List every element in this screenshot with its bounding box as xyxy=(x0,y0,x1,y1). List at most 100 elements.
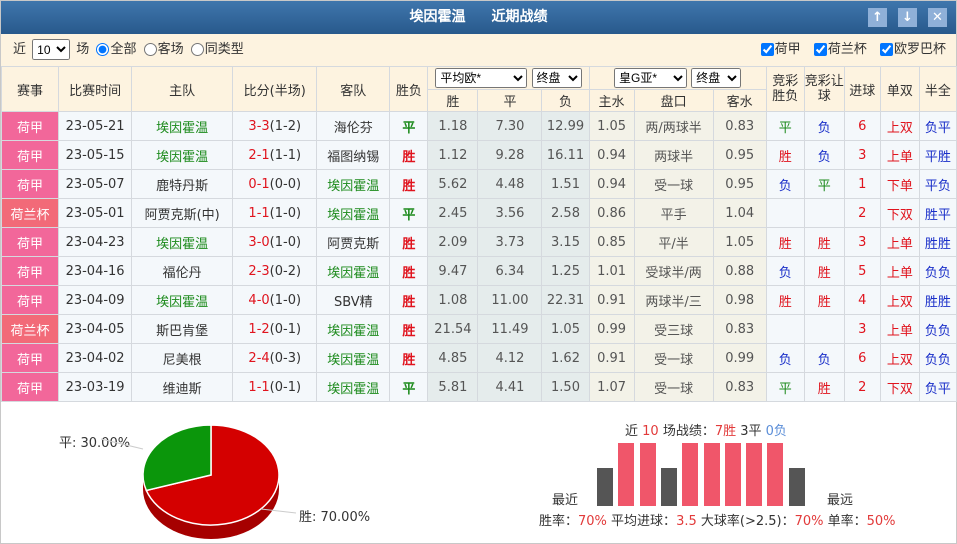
away-team-cell[interactable]: 埃因霍温 xyxy=(316,256,391,286)
table-row[interactable]: 荷兰杯 23-05-01 阿贾克斯(中) 1-1(1-0) 埃因霍温平 2.45 3.56 2… xyxy=(0,198,957,228)
table-row[interactable]: 荷甲 23-04-02 尼美根 2-4(0-3) 埃因霍温胜 4.85 4.12 1.62 0.… xyxy=(0,343,957,373)
odd-even-cell: 上单 xyxy=(879,140,920,170)
handicap: 两/两球半 xyxy=(633,111,714,141)
away-water: 0.95 xyxy=(712,169,767,199)
handicap: 受三球 xyxy=(633,314,714,344)
match-count-select[interactable]: 10 xyxy=(32,39,71,60)
away-team-cell[interactable]: 福图纳锡 xyxy=(316,140,391,170)
euro-company-select[interactable]: 平均欧* xyxy=(435,67,528,88)
rates-line: 胜率：70% 平均进球：3.5 大球率(>2.5)：70% 单率：50% xyxy=(539,510,896,529)
home-team-cell[interactable]: 埃因霍温 xyxy=(131,227,234,257)
header-goals: 进球 xyxy=(843,66,881,112)
asian-company-select[interactable]: 皇G亚* xyxy=(614,67,688,88)
half-score: (1-2) xyxy=(269,118,302,134)
record-summary: 近 10 场战绩：7胜 3平 0负 xyxy=(625,420,787,439)
away-team-cell[interactable]: 埃因霍温 xyxy=(316,198,391,228)
away-team-cell[interactable]: 埃因霍温 xyxy=(316,372,391,402)
away-water: 0.83 xyxy=(712,111,767,141)
radio-all[interactable]: 全部 xyxy=(93,42,136,57)
jc-handicap-cell: 平 xyxy=(803,169,845,199)
home-team-cell[interactable]: 阿贾克斯(中) xyxy=(131,198,234,228)
away-water: 1.05 xyxy=(712,227,767,257)
form-bar-win xyxy=(639,443,656,506)
away-team-cell[interactable]: 海伦芬 xyxy=(316,111,391,141)
away-team-cell[interactable]: 埃因霍温 xyxy=(316,314,391,344)
form-bar-win xyxy=(724,443,741,506)
away-team-cell[interactable]: 阿贾克斯 xyxy=(316,227,391,257)
table-row[interactable]: 荷甲 23-05-07 鹿特丹斯 0-1(0-0) 埃因霍温胜 5.62 4.48 1.51 0… xyxy=(0,169,957,199)
home-water: 1.01 xyxy=(588,256,635,286)
goals-cell: 2 xyxy=(843,198,881,228)
euro-win-odds: 5.81 xyxy=(427,372,479,402)
euro-lose-odds: 3.15 xyxy=(541,227,590,257)
euro-draw-odds: 11.49 xyxy=(477,314,543,344)
date-cell: 23-05-01 xyxy=(58,198,133,228)
asian-type-select[interactable]: 终盘 xyxy=(691,67,742,88)
half-score: (1-0) xyxy=(269,292,302,308)
leader-line-draw xyxy=(100,438,144,450)
euro-win-odds: 21.54 xyxy=(427,314,479,344)
euro-type-select[interactable]: 终盘 xyxy=(531,67,582,88)
form-bar-draw xyxy=(788,468,805,506)
result-cell: 胜 xyxy=(389,227,429,257)
away-water: 0.98 xyxy=(712,285,767,315)
result-cell: 胜 xyxy=(389,314,429,344)
checkbox-knvb-cup-label: 荷兰杯 xyxy=(827,42,867,57)
checkbox-europa-league[interactable]: 欧罗巴杯 xyxy=(877,42,946,57)
home-team-cell[interactable]: 埃因霍温 xyxy=(131,111,234,141)
radio-away[interactable]: 客场 xyxy=(141,42,184,57)
table-row[interactable]: 荷甲 23-04-16 福伦丹 2-3(0-2) 埃因霍温胜 9.47 6.34 1.25 1.… xyxy=(0,256,957,286)
goals-cell: 3 xyxy=(843,140,881,170)
league-cell: 荷甲 xyxy=(0,140,60,170)
home-team-cell[interactable]: 尼美根 xyxy=(131,343,234,373)
euro-lose-odds: 2.58 xyxy=(541,198,590,228)
odd-even-cell: 下双 xyxy=(879,198,920,228)
goals-cell: 5 xyxy=(843,256,881,286)
result-cell: 胜 xyxy=(389,169,429,199)
full-score: 1-1 xyxy=(248,205,270,221)
goals-cell: 3 xyxy=(843,227,881,257)
jc-result-cell xyxy=(765,198,805,228)
home-team-cell[interactable]: 斯巴肯堡 xyxy=(131,314,234,344)
home-team-cell[interactable]: 维迪斯 xyxy=(131,372,234,402)
summary-mid: 场战绩： xyxy=(658,424,715,439)
away-water: 0.83 xyxy=(712,314,767,344)
euro-lose-odds: 16.11 xyxy=(541,140,590,170)
away-team-cell[interactable]: 埃因霍温 xyxy=(316,169,391,199)
away-team-cell[interactable]: SBV精 xyxy=(316,285,391,315)
league-cell: 荷甲 xyxy=(0,111,60,141)
checkbox-knvb-cup[interactable]: 荷兰杯 xyxy=(811,42,867,57)
table-row[interactable]: 荷甲 23-04-23 埃因霍温 3-0(1-0) 阿贾克斯胜 2.09 3.73 3.15 0… xyxy=(0,227,957,257)
league-cell: 荷甲 xyxy=(0,372,60,402)
home-team-cell[interactable]: 福伦丹 xyxy=(131,256,234,286)
away-team-cell[interactable]: 埃因霍温 xyxy=(316,343,391,373)
home-team-cell[interactable]: 埃因霍温 xyxy=(131,140,234,170)
home-team-cell[interactable]: 埃因霍温 xyxy=(131,285,234,315)
move-up-button[interactable]: ↑ xyxy=(868,8,887,27)
full-score: 3-0 xyxy=(248,234,270,250)
euro-draw-odds: 4.41 xyxy=(477,372,543,402)
close-button[interactable]: ✕ xyxy=(928,8,947,27)
league-cell: 荷甲 xyxy=(0,285,60,315)
table-row[interactable]: 荷甲 23-04-09 埃因霍温 4-0(1-0) SBV精胜 1.08 11.00 22.3… xyxy=(0,285,957,315)
radio-all-label: 全部 xyxy=(110,42,137,57)
odd-rate-label: 单率： xyxy=(823,514,867,529)
checkbox-eredivisie[interactable]: 荷甲 xyxy=(758,42,801,57)
table-row[interactable]: 荷甲 23-03-19 维迪斯 1-1(0-1) 埃因霍温平 5.81 4.41 1.50 1.… xyxy=(0,372,957,402)
table-row[interactable]: 荷兰杯 23-04-05 斯巴肯堡 1-2(0-1) 埃因霍温胜 21.54 11.49 1.… xyxy=(0,314,957,344)
full-score: 2-4 xyxy=(248,350,270,366)
home-team-cell[interactable]: 鹿特丹斯 xyxy=(131,169,234,199)
away-water: 0.88 xyxy=(712,256,767,286)
table-row[interactable]: 荷甲 23-05-21 埃因霍温 3-3(1-2) 海伦芬平 1.18 7.30 12.99 1… xyxy=(0,111,957,141)
radio-same-type[interactable]: 同类型 xyxy=(188,42,244,57)
header-date: 比赛时间 xyxy=(58,66,133,112)
jc-handicap-cell: 胜 xyxy=(803,256,845,286)
table-row[interactable]: 荷甲 23-05-15 埃因霍温 2-1(1-1) 福图纳锡胜 1.12 9.28 16.11… xyxy=(0,140,957,170)
euro-draw-odds: 9.28 xyxy=(477,140,543,170)
half-score: (1-0) xyxy=(269,205,302,221)
move-down-button[interactable]: ↓ xyxy=(898,8,917,27)
date-cell: 23-04-05 xyxy=(58,314,133,344)
jc-result-cell: 胜 xyxy=(765,285,805,315)
jc-handicap-cell: 胜 xyxy=(803,285,845,315)
date-cell: 23-05-15 xyxy=(58,140,133,170)
